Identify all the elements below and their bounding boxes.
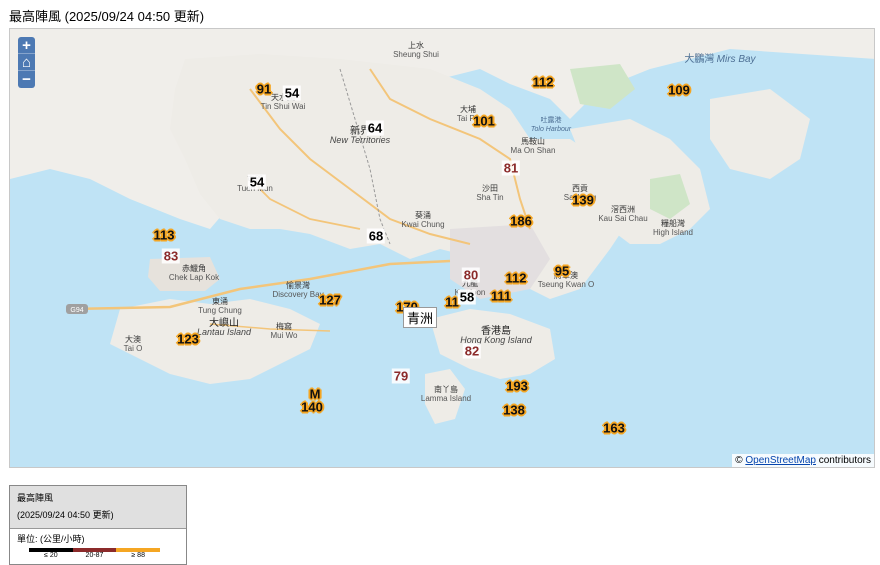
legend-panel: 最高陣風 (2025/09/24 04:50 更新) 單位: (公里/小時) ≤… — [9, 485, 187, 565]
legend-labels: ≤ 20 20-87 ≥ 88 — [29, 552, 160, 559]
zoom-out-button[interactable]: − — [18, 71, 35, 88]
place-label: 赤鱲角 Chek Lap Kok — [168, 264, 220, 282]
wind-station-marker[interactable]: 101 — [473, 114, 495, 129]
wind-station-marker[interactable]: 64 — [365, 120, 385, 136]
home-button[interactable]: ⌂ — [18, 54, 35, 71]
place-label: 糧船灣 High Island — [652, 219, 694, 237]
wind-station-marker[interactable]: 54 — [247, 174, 267, 190]
place-label: 大鵬灣 Mirs Bay — [684, 54, 756, 65]
wind-station-marker[interactable]: 95 — [555, 264, 569, 279]
map-view[interactable]: G94 + ⌂ − 上水Sheung Shui 大鵬灣 Mirs Bay 天水圍… — [9, 28, 875, 468]
wind-station-marker[interactable]: 58 — [457, 289, 477, 305]
wind-station-marker[interactable]: 83 — [161, 248, 181, 264]
wind-station-marker[interactable]: 140 — [301, 400, 323, 415]
wind-station-marker[interactable]: 68 — [366, 228, 386, 244]
attribution-suffix: contributors — [818, 455, 871, 466]
page-title: 最高陣風 (2025/09/24 04:50 更新) — [9, 9, 205, 24]
place-label: 南丫島 Lamma Island — [420, 385, 472, 403]
place-label: 沙田 Sha Tin — [476, 184, 504, 202]
attribution-prefix: © — [735, 455, 743, 466]
wind-station-marker[interactable]: 186 — [510, 214, 532, 229]
place-label: 愉景灣 Discovery Bay — [272, 281, 324, 299]
wind-station-marker[interactable]: 193 — [506, 379, 528, 394]
place-label: 香港島 Hong Kong Island — [460, 326, 532, 345]
wind-station-marker[interactable]: 163 — [603, 421, 625, 436]
legend-label-mid: 20-87 — [85, 552, 104, 559]
legend-unit: 單位: (公里/小時) — [17, 534, 85, 544]
place-label: 梅窩 Mui Wo — [270, 322, 298, 340]
road-shield-label: G94 — [70, 307, 83, 314]
map-attribution: © OpenStreetMap contributors — [732, 454, 874, 467]
place-label: 上水 Sheung Shui — [393, 41, 439, 59]
place-label: 大嶼山 Lantau Island — [196, 318, 252, 337]
wind-station-marker[interactable]: 112 — [533, 75, 554, 90]
wind-station-marker[interactable]: 81 — [501, 160, 521, 176]
legend-title: 最高陣風 — [17, 493, 54, 503]
zoom-control: + ⌂ − — [18, 37, 35, 88]
east-peninsula-land — [710, 89, 810, 179]
legend-time: (2025/09/24 04:50 更新) — [17, 510, 114, 520]
wind-station-marker[interactable]: 138 — [503, 403, 525, 418]
place-label: 大澳 Tai O — [123, 335, 143, 353]
wind-station-marker[interactable]: 139 — [572, 193, 594, 208]
place-label: 吐露港 Tolo Harbour — [530, 117, 572, 133]
wind-station-marker[interactable]: 127 — [319, 293, 341, 308]
place-label: 滘西洲 Kau Sai Chau — [598, 205, 648, 223]
wind-station-marker[interactable]: 109 — [668, 83, 690, 98]
wind-station-marker[interactable]: 54 — [282, 85, 302, 101]
legend-label-low: ≤ 20 — [44, 552, 58, 559]
wind-station-marker[interactable]: 112 — [506, 271, 527, 286]
station-tooltip: 青洲 — [403, 307, 438, 328]
wind-station-marker[interactable]: 80 — [461, 267, 481, 283]
place-label: 東涌 Tung Chung — [198, 297, 242, 315]
wind-station-marker[interactable]: 111 — [491, 289, 511, 304]
wind-station-marker[interactable]: 123 — [177, 332, 199, 347]
wind-station-marker[interactable]: 91 — [257, 82, 271, 97]
legend-label-high: ≥ 88 — [131, 552, 145, 559]
zoom-in-button[interactable]: + — [18, 37, 35, 54]
place-label: 葵涌 Kwai Chung — [401, 211, 445, 229]
place-label: 馬鞍山 Ma On Shan — [510, 137, 556, 155]
openstreetmap-link[interactable]: OpenStreetMap — [745, 455, 816, 466]
wind-station-marker[interactable]: 82 — [462, 343, 482, 359]
wind-station-marker[interactable]: 113 — [154, 228, 175, 243]
wind-station-marker[interactable]: 79 — [391, 368, 411, 384]
legend-header: 最高陣風 (2025/09/24 04:50 更新) — [10, 486, 186, 529]
